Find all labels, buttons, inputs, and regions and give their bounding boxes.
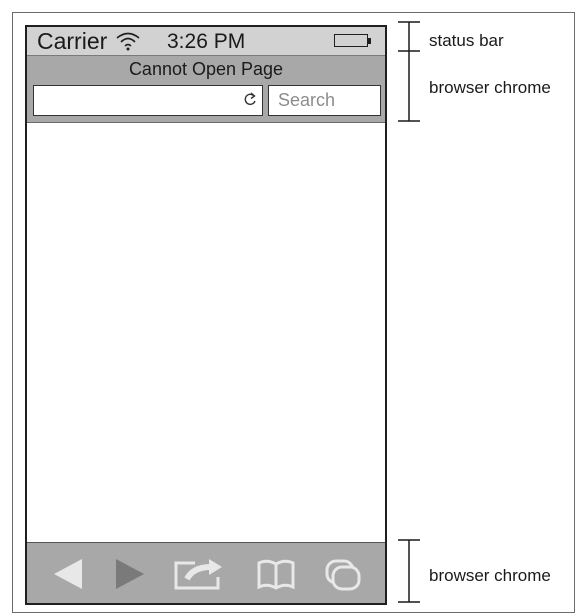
page-title: Cannot Open Page: [128, 59, 284, 79]
bookmarks-icon: [257, 559, 295, 590]
annotation-browser-chrome-top: browser chrome: [429, 78, 551, 97]
forward-button[interactable]: [111, 543, 149, 604]
search-input[interactable]: Search: [268, 85, 381, 116]
browser-chrome-top: Cannot Open Page Search: [27, 56, 385, 123]
bookmarks-button[interactable]: [255, 543, 297, 604]
phone-screen: Carrier 3:26 PM Cannot Open Page Search: [25, 25, 387, 605]
reload-icon[interactable]: [243, 91, 257, 107]
carrier-label: Carrier: [37, 28, 108, 54]
back-button[interactable]: [49, 543, 87, 604]
tabs-icon: [325, 559, 361, 590]
share-button[interactable]: [173, 543, 225, 604]
wifi-icon: [116, 32, 140, 51]
forward-icon: [116, 558, 144, 589]
bracket-bottom-chrome: [398, 539, 420, 603]
battery-tip: [367, 38, 371, 44]
battery-icon: [334, 34, 368, 47]
annotation-browser-chrome-bottom: browser chrome: [429, 566, 551, 585]
tabs-button[interactable]: [323, 543, 363, 604]
browser-chrome-bottom: [27, 542, 385, 603]
back-icon: [54, 558, 82, 589]
web-content-area[interactable]: [27, 123, 385, 542]
status-bar: Carrier 3:26 PM: [27, 27, 385, 56]
clock-time: 3:26 PM: [167, 30, 246, 53]
url-field[interactable]: [33, 85, 263, 116]
annotation-status-bar: status bar: [429, 31, 504, 50]
share-icon: [174, 558, 222, 589]
bracket-status-and-chrome: [398, 21, 420, 122]
